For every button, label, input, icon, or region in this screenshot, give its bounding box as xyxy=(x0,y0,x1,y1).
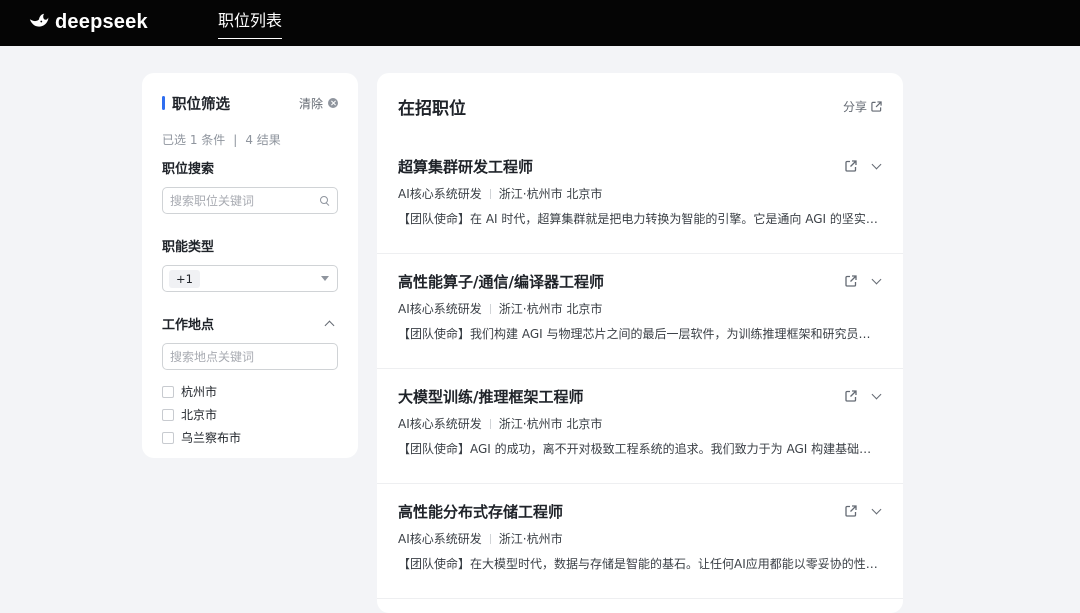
job-description: 【团队使命】在大模型时代，数据与存储是智能的基石。让任何AI应用都能以零妥协的性… xyxy=(398,557,882,571)
meta-divider xyxy=(489,303,491,314)
job-location: 浙江·杭州市 北京市 xyxy=(498,417,603,431)
job-location: 浙江·杭州市 北京市 xyxy=(498,302,603,316)
job-item[interactable]: 高性能算子/通信/编译器工程师 AI核心系统研发 浙江·杭州市 北京市 【团队使… xyxy=(377,254,903,369)
job-location: 浙江·杭州市 xyxy=(498,532,563,546)
checkbox[interactable] xyxy=(162,385,174,398)
filter-panel: 职位筛选 清除 已选 1 条件 | 4 结果 职位搜索 搜索职位关键词 职能类型… xyxy=(142,73,358,458)
meta-divider xyxy=(489,188,491,199)
job-meta: AI核心系统研发 浙江·杭州市 北京市 xyxy=(398,415,882,432)
selected-count: 已选 1 条件 xyxy=(162,133,226,147)
search-icon[interactable] xyxy=(320,195,330,206)
deepseek-logo[interactable]: deepseek xyxy=(28,10,148,34)
job-item[interactable]: 超算集群研发工程师 AI核心系统研发 浙江·杭州市 北京市 【团队使命】在 AI… xyxy=(377,139,903,254)
share-label: 分享 xyxy=(842,99,867,114)
filter-title-text: 职位筛选 xyxy=(172,96,230,113)
chevron-down-icon[interactable] xyxy=(871,504,882,514)
share-icon[interactable] xyxy=(845,160,857,172)
brand-name: deepseek xyxy=(55,11,148,33)
location-option-ulanqab[interactable]: 乌兰察布市 xyxy=(162,426,338,449)
job-description: 【团队使命】在 AI 时代，超算集群就是把电力转换为智能的引擎。它是通向 AGI… xyxy=(398,212,882,226)
job-meta: AI核心系统研发 浙江·杭州市 xyxy=(398,530,882,547)
location-search-input[interactable]: 搜索地点关键词 xyxy=(162,343,338,370)
job-title[interactable]: 超算集群研发工程师 xyxy=(398,156,533,177)
job-actions xyxy=(845,274,882,287)
location-option-label: 乌兰察布市 xyxy=(181,431,242,445)
category-chip: +1 xyxy=(169,269,200,288)
job-list-title: 在招职位 xyxy=(398,98,466,119)
category-label: 职能类型 xyxy=(162,240,215,255)
share-icon[interactable] xyxy=(845,275,857,287)
location-search-placeholder: 搜索地点关键词 xyxy=(170,350,255,364)
chevron-down-icon[interactable] xyxy=(871,389,882,399)
chevron-up-icon[interactable] xyxy=(324,320,335,331)
job-description: 【团队使命】AGI 的成功，离不开对极致工程系统的追求。我们致力于为 AGI 构… xyxy=(398,442,882,456)
job-department: AI核心系统研发 xyxy=(398,417,482,431)
summary-separator: | xyxy=(233,132,238,147)
job-search-placeholder: 搜索职位关键词 xyxy=(170,194,255,208)
job-title[interactable]: 高性能分布式存储工程师 xyxy=(398,501,563,522)
clear-label: 清除 xyxy=(298,96,323,111)
job-item[interactable]: 大模型训练/推理框架工程师 AI核心系统研发 浙江·杭州市 北京市 【团队使命】… xyxy=(377,369,903,484)
meta-divider xyxy=(489,418,491,429)
location-option-label: 杭州市 xyxy=(181,385,218,399)
location-option-hangzhou[interactable]: 杭州市 xyxy=(162,380,338,403)
job-meta: AI核心系统研发 浙江·杭州市 北京市 xyxy=(398,300,882,317)
job-actions xyxy=(845,159,882,172)
location-label: 工作地点 xyxy=(162,318,215,333)
location-checkbox-list: 杭州市 北京市 乌兰察布市 xyxy=(162,380,338,449)
share-icon[interactable] xyxy=(845,390,857,402)
location-header[interactable]: 工作地点 xyxy=(162,314,338,333)
job-title[interactable]: 高性能算子/通信/编译器工程师 xyxy=(398,271,604,292)
chevron-down-icon[interactable] xyxy=(871,274,882,284)
job-item[interactable]: 高性能分布式存储工程师 AI核心系统研发 浙江·杭州市 【团队使命】在大模型时代… xyxy=(377,484,903,599)
job-list-header: 在招职位 分享 xyxy=(377,73,903,139)
meta-divider xyxy=(489,533,491,544)
chevron-down-icon[interactable] xyxy=(871,159,882,169)
caret-down-icon xyxy=(321,276,329,281)
filter-header: 职位筛选 清除 xyxy=(162,93,338,113)
category-select[interactable]: +1 xyxy=(162,265,338,292)
whale-logo-icon xyxy=(29,13,49,27)
title-accent-bar xyxy=(162,96,165,110)
clear-filters-button[interactable]: 清除 xyxy=(299,95,338,112)
share-icon[interactable] xyxy=(845,505,857,517)
result-count: 4 结果 xyxy=(245,133,281,147)
location-option-beijing[interactable]: 北京市 xyxy=(162,403,338,426)
share-button[interactable]: 分享 xyxy=(843,98,882,115)
close-circle-icon xyxy=(328,98,338,108)
job-department: AI核心系统研发 xyxy=(398,187,482,201)
job-department: AI核心系统研发 xyxy=(398,302,482,316)
job-department: AI核心系统研发 xyxy=(398,532,482,546)
top-navigation-bar: deepseek 职位列表 xyxy=(0,0,1080,46)
job-title[interactable]: 大模型训练/推理框架工程师 xyxy=(398,386,583,407)
location-option-label: 北京市 xyxy=(181,408,218,422)
filter-title: 职位筛选 xyxy=(162,93,230,114)
share-icon xyxy=(871,100,882,112)
job-location: 浙江·杭州市 北京市 xyxy=(498,187,603,201)
job-search-input[interactable]: 搜索职位关键词 xyxy=(162,187,338,214)
job-meta: AI核心系统研发 浙江·杭州市 北京市 xyxy=(398,185,882,202)
job-list-panel: 在招职位 分享 超算集群研发工程师 AI核心系统研发 浙江·杭州市 北京市 【团… xyxy=(377,73,903,613)
job-actions xyxy=(845,389,882,402)
checkbox[interactable] xyxy=(162,408,174,421)
tab-job-list[interactable]: 职位列表 xyxy=(218,10,283,39)
job-search-label: 职位搜索 xyxy=(162,162,215,177)
checkbox[interactable] xyxy=(162,431,174,444)
job-actions xyxy=(845,504,882,517)
job-description: 【团队使命】我们构建 AGI 与物理芯片之间的最后一层软件，为训练推理框架和研究… xyxy=(398,327,882,341)
filter-summary: 已选 1 条件 | 4 结果 xyxy=(162,131,338,148)
